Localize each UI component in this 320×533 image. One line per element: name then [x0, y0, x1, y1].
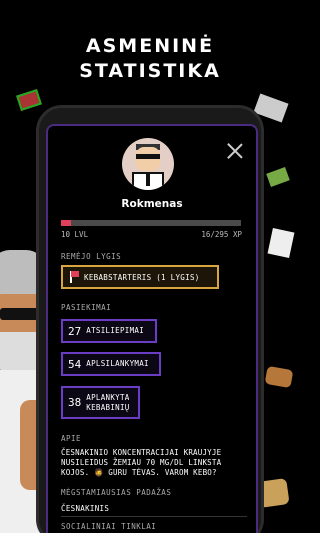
favourite-sauce-label: MĖGSTAMIAUSIAS PADAŽAS — [61, 488, 172, 497]
about-label: APIE — [61, 434, 82, 443]
decorative-cards — [267, 227, 295, 259]
profile-stats-screen: Rokmenas 10 LVL 16/295 XP REMĖJO LYGIS K… — [46, 124, 258, 533]
xp-text: 16/295 XP — [201, 230, 242, 239]
xp-progress-bar — [61, 220, 241, 226]
decorative-kebab — [264, 365, 294, 389]
headline: ASMENINĖ STATISTIKA — [0, 34, 300, 84]
close-icon[interactable] — [226, 142, 244, 160]
achievement-count: 38 — [68, 396, 82, 409]
achievement-text: APLSILANKYMAI — [86, 359, 149, 368]
achievement-text: APLANKYTA KEBABINIŲ — [86, 392, 130, 412]
username: Rokmenas — [121, 198, 183, 210]
achievement-reviews: 27 ATSILIEPIMAI — [61, 319, 157, 343]
xp-progress-fill — [61, 220, 71, 226]
headline-line-1: ASMENINĖ — [85, 35, 215, 57]
sponsor-level-label: REMĖJO LYGIS — [61, 252, 122, 261]
about-text: ČESNAKINIO KONCENTRACIJAI KRAUJYJE NUSIL… — [61, 448, 222, 477]
achievement-count: 54 — [68, 357, 82, 371]
headline-line-2: STATISTIKA — [79, 60, 221, 82]
achievement-text: ATSILIEPIMAI — [86, 326, 145, 335]
sponsor-level-badge: KEBABSTARTERIS (1 LYGIS) — [61, 265, 219, 289]
decorative-snack-pack — [16, 88, 42, 112]
achievements-label: PASIEKIMAI — [61, 303, 112, 312]
achievement-count: 27 — [68, 324, 82, 338]
achievement-visited-kebab-shops: 38 APLANKYTA KEBABINIŲ — [61, 386, 140, 419]
sponsor-level-text: KEBABSTARTERIS (1 LYGIS) — [84, 272, 200, 282]
level-text: 10 LVL — [61, 230, 89, 239]
avatar — [122, 138, 174, 190]
social-networks-label: SOCIALINIAI TINKLAI — [61, 522, 157, 531]
flag-icon — [69, 271, 79, 283]
decorative-snack-pack — [266, 167, 290, 187]
favourite-sauce-value: ČESNAKINIS — [61, 504, 110, 513]
divider — [61, 516, 247, 517]
achievement-visits: 54 APLSILANKYMAI — [61, 352, 161, 376]
